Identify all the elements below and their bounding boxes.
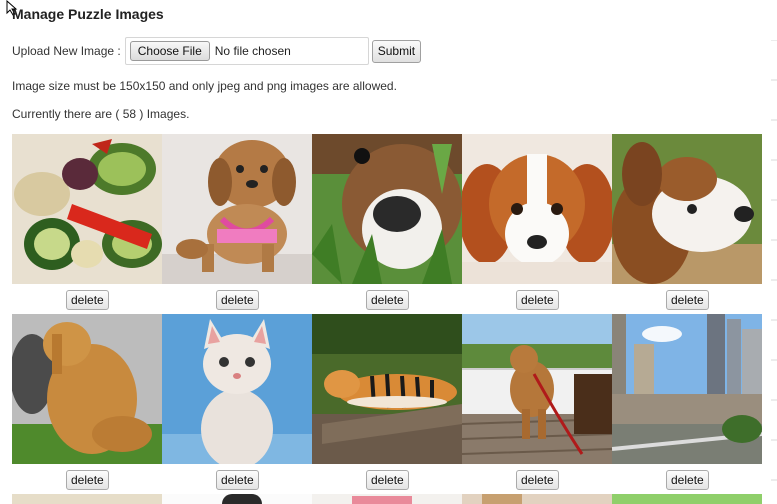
file-status: No file chosen [214,44,291,58]
image-count-note: Currently there are ( 58 ) Images. [12,107,190,121]
size-rule-note: Image size must be 150x150 and only jpeg… [12,79,397,93]
image-card: delete [12,314,162,494]
image-card: delete [462,134,612,314]
image-card: delete [612,134,762,314]
delete-button[interactable]: delete [516,290,559,310]
delete-button[interactable]: delete [216,290,259,310]
spaniel-puppy-image [462,134,612,284]
white-kitten-image [162,314,312,464]
image-card: delete [312,134,462,314]
delete-button[interactable]: delete [66,290,109,310]
submit-button[interactable]: Submit [371,39,422,63]
image-card: delete [162,314,312,494]
delete-button[interactable]: delete [366,470,409,490]
delete-button[interactable]: delete [216,470,259,490]
file-input[interactable]: Choose File No file chosen [124,37,369,65]
delete-button[interactable]: delete [666,290,709,310]
upload-row: Upload New Image : Choose File No file c… [12,36,422,66]
dog-in-pink-harness-image [162,134,312,284]
choose-file-button[interactable]: Choose File [129,41,210,61]
image-card: delete [162,134,312,314]
delete-button[interactable]: delete [66,470,109,490]
partial-image-thumbnail [162,494,312,504]
partial-image-thumbnail [12,494,162,504]
image-card: delete [312,314,462,494]
partial-image-thumbnail [462,494,612,504]
partial-image-thumbnail [612,494,762,504]
fluffy-dog-standing-image [12,314,162,464]
page-title: Manage Puzzle Images [12,6,164,22]
image-card: delete [12,134,162,314]
puppy-looking-up-image [612,134,762,284]
partial-image-thumbnail [312,494,462,504]
city-skyline-image [612,314,762,464]
image-card: delete [462,314,612,494]
grilled-vegetables-image [12,134,162,284]
delete-button[interactable]: delete [366,290,409,310]
image-card: delete [612,314,762,494]
boxer-puppy-in-grass-image [312,134,462,284]
delete-button[interactable]: delete [666,470,709,490]
scroll-edge-ticks [771,40,777,481]
upload-label: Upload New Image : [12,44,121,58]
dog-on-deck-image [462,314,612,464]
tiger-resting-image [312,314,462,464]
delete-button[interactable]: delete [516,470,559,490]
